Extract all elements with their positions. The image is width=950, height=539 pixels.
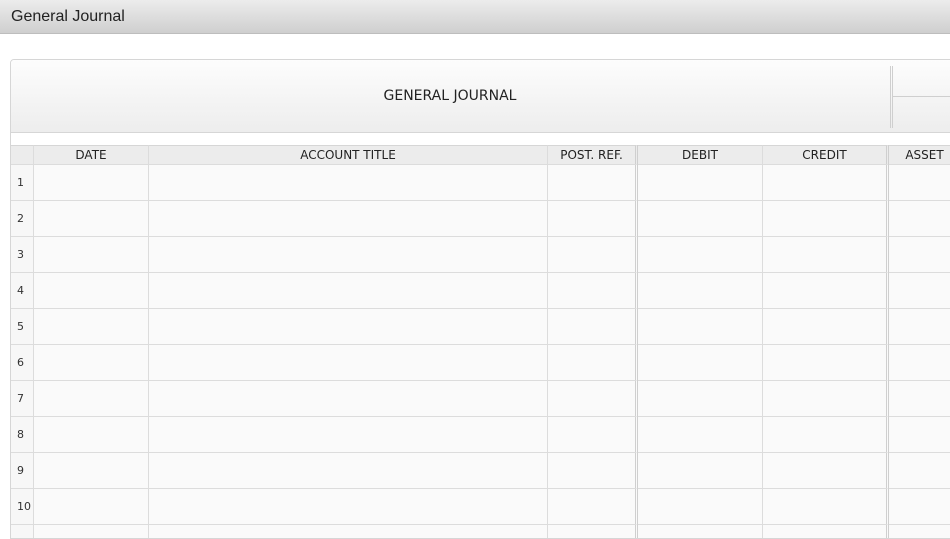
account-title-cell[interactable] xyxy=(149,345,548,381)
row-number: 10 xyxy=(11,489,34,525)
account-title-cell[interactable] xyxy=(149,201,548,237)
row-number: 2 xyxy=(11,201,34,237)
column-header-asset[interactable]: ASSET xyxy=(889,145,950,165)
date-cell[interactable] xyxy=(34,165,149,201)
credit-cell[interactable] xyxy=(763,489,889,525)
asset-cell[interactable] xyxy=(889,309,950,345)
credit-cell[interactable] xyxy=(763,417,889,453)
column-header-account-title[interactable]: ACCOUNT TITLE xyxy=(149,145,548,165)
column-header-debit[interactable]: DEBIT xyxy=(638,145,763,165)
post-ref-cell[interactable] xyxy=(548,453,638,489)
post-ref-cell[interactable] xyxy=(548,165,638,201)
debit-cell[interactable] xyxy=(638,417,763,453)
post-ref-cell[interactable] xyxy=(548,489,638,525)
account-title-cell[interactable] xyxy=(149,417,548,453)
credit-cell[interactable] xyxy=(763,381,889,417)
journal-header: GENERAL JOURNAL xyxy=(11,60,950,133)
debit-cell[interactable] xyxy=(638,201,763,237)
general-journal-panel: GENERAL JOURNAL DATE ACCOUNT TITLE POST.… xyxy=(10,59,950,539)
date-cell[interactable] xyxy=(34,273,149,309)
asset-cell[interactable] xyxy=(889,489,950,525)
date-cell[interactable] xyxy=(34,381,149,417)
debit-cell[interactable] xyxy=(638,165,763,201)
journal-heading: GENERAL JOURNAL xyxy=(383,88,517,104)
window-titlebar: General Journal xyxy=(0,0,950,34)
account-title-cell[interactable] xyxy=(149,453,548,489)
row-number: 5 xyxy=(11,309,34,345)
post-ref-cell[interactable] xyxy=(548,417,638,453)
date-cell[interactable] xyxy=(34,309,149,345)
credit-cell[interactable] xyxy=(763,525,889,538)
asset-cell[interactable] xyxy=(889,345,950,381)
row-number-header xyxy=(11,145,34,165)
asset-cell[interactable] xyxy=(889,417,950,453)
date-cell[interactable] xyxy=(34,237,149,273)
row-number: 6 xyxy=(11,345,34,381)
row-number xyxy=(11,525,34,538)
date-cell[interactable] xyxy=(34,201,149,237)
credit-cell[interactable] xyxy=(763,309,889,345)
credit-cell[interactable] xyxy=(763,453,889,489)
row-number: 4 xyxy=(11,273,34,309)
credit-cell[interactable] xyxy=(763,201,889,237)
post-ref-cell[interactable] xyxy=(548,525,638,538)
post-ref-cell[interactable] xyxy=(548,273,638,309)
row-number: 1 xyxy=(11,165,34,201)
column-header-post-ref[interactable]: POST. REF. xyxy=(548,145,638,165)
account-title-cell[interactable] xyxy=(149,525,548,538)
date-cell[interactable] xyxy=(34,525,149,538)
header-side-divider xyxy=(893,96,950,97)
asset-cell[interactable] xyxy=(889,165,950,201)
account-title-cell[interactable] xyxy=(149,273,548,309)
credit-cell[interactable] xyxy=(763,237,889,273)
debit-cell[interactable] xyxy=(638,525,763,538)
debit-cell[interactable] xyxy=(638,273,763,309)
post-ref-cell[interactable] xyxy=(548,237,638,273)
post-ref-cell[interactable] xyxy=(548,309,638,345)
debit-cell[interactable] xyxy=(638,381,763,417)
debit-cell[interactable] xyxy=(638,453,763,489)
post-ref-cell[interactable] xyxy=(548,381,638,417)
asset-cell[interactable] xyxy=(889,453,950,489)
asset-cell[interactable] xyxy=(889,273,950,309)
asset-cell[interactable] xyxy=(889,525,950,538)
row-number: 9 xyxy=(11,453,34,489)
account-title-cell[interactable] xyxy=(149,309,548,345)
account-title-cell[interactable] xyxy=(149,489,548,525)
row-number: 8 xyxy=(11,417,34,453)
debit-cell[interactable] xyxy=(638,237,763,273)
account-title-cell[interactable] xyxy=(149,165,548,201)
credit-cell[interactable] xyxy=(763,273,889,309)
date-cell[interactable] xyxy=(34,489,149,525)
asset-cell[interactable] xyxy=(889,237,950,273)
date-cell[interactable] xyxy=(34,345,149,381)
debit-cell[interactable] xyxy=(638,345,763,381)
column-header-date[interactable]: DATE xyxy=(34,145,149,165)
window-title: General Journal xyxy=(11,8,125,25)
credit-cell[interactable] xyxy=(763,345,889,381)
date-cell[interactable] xyxy=(34,417,149,453)
asset-cell[interactable] xyxy=(889,381,950,417)
post-ref-cell[interactable] xyxy=(548,345,638,381)
row-number: 7 xyxy=(11,381,34,417)
account-title-cell[interactable] xyxy=(149,237,548,273)
row-number: 3 xyxy=(11,237,34,273)
post-ref-cell[interactable] xyxy=(548,201,638,237)
debit-cell[interactable] xyxy=(638,489,763,525)
debit-cell[interactable] xyxy=(638,309,763,345)
date-cell[interactable] xyxy=(34,453,149,489)
asset-cell[interactable] xyxy=(889,201,950,237)
account-title-cell[interactable] xyxy=(149,381,548,417)
header-side-box xyxy=(890,66,950,128)
credit-cell[interactable] xyxy=(763,165,889,201)
column-header-credit[interactable]: CREDIT xyxy=(763,145,889,165)
